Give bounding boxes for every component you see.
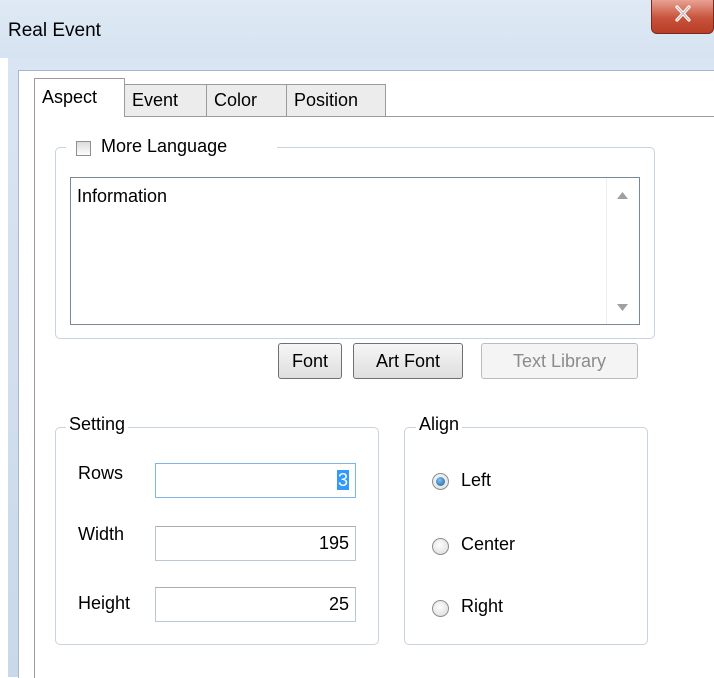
text-library-button[interactable]: Text Library <box>481 343 638 379</box>
align-legend: Align <box>416 414 463 435</box>
height-value: 25 <box>328 594 349 614</box>
height-label: Height <box>78 593 131 613</box>
width-input[interactable]: 195 <box>155 526 356 561</box>
radio-icon[interactable] <box>432 600 449 617</box>
align-option-center[interactable]: Center <box>432 534 572 560</box>
window-title: Real Event <box>8 20 101 41</box>
more-language-legend: More Language <box>66 136 277 160</box>
align-option-left[interactable]: Left <box>432 470 552 496</box>
more-language-label: More Language <box>101 136 228 156</box>
text-content-area[interactable]: Information <box>70 177 640 325</box>
close-button[interactable] <box>651 0 714 34</box>
align-left-label: Left <box>461 470 492 490</box>
radio-icon[interactable] <box>432 538 449 555</box>
rows-label: Rows <box>78 463 124 483</box>
font-button[interactable]: Font <box>278 343 342 379</box>
width-value: 195 <box>318 533 349 553</box>
scroll-up-arrow-icon[interactable] <box>617 192 628 199</box>
setting-legend: Setting <box>66 414 129 435</box>
tab-color[interactable]: Color <box>206 84 287 116</box>
title-bar: Real Event <box>0 0 714 58</box>
rows-input[interactable]: 3 <box>155 463 356 498</box>
align-center-label: Center <box>461 534 516 554</box>
tab-event[interactable]: Event <box>124 84 207 116</box>
radio-icon[interactable] <box>432 473 449 490</box>
text-content-value: Information <box>77 186 168 206</box>
width-label: Width <box>78 524 125 544</box>
tab-aspect[interactable]: Aspect <box>34 78 125 117</box>
height-input[interactable]: 25 <box>155 587 356 622</box>
scroll-down-arrow-icon[interactable] <box>617 304 628 311</box>
align-option-right[interactable]: Right <box>432 596 552 622</box>
align-right-label: Right <box>461 596 504 616</box>
tab-position[interactable]: Position <box>286 84 386 116</box>
close-icon <box>675 5 691 22</box>
rows-value: 3 <box>336 470 349 490</box>
vertical-scrollbar[interactable] <box>606 178 639 324</box>
art-font-button[interactable]: Art Font <box>353 343 463 379</box>
more-language-checkbox[interactable] <box>76 141 91 156</box>
